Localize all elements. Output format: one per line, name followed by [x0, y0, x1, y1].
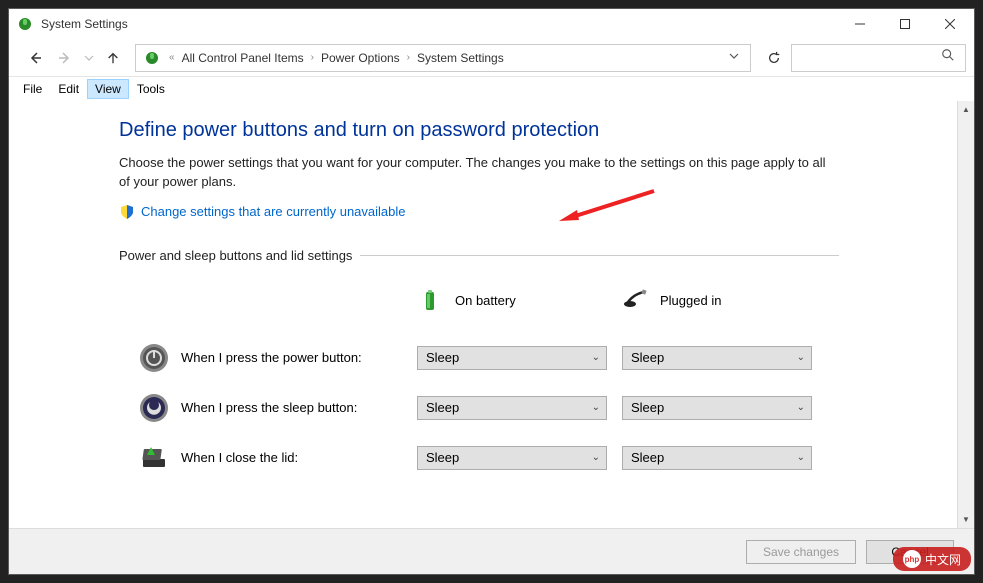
- footer: Save changes Cancel: [9, 528, 974, 574]
- scroll-up-button[interactable]: ▲: [958, 101, 974, 118]
- titlebar: System Settings: [9, 9, 974, 39]
- chevron-down-icon: ⌄: [797, 352, 805, 363]
- watermark: 中文网: [893, 547, 971, 571]
- battery-icon: [417, 288, 443, 314]
- table-row: When I close the lid: Sleep⌄ Sleep⌄: [137, 433, 957, 483]
- chevron-down-icon: ⌄: [592, 402, 600, 413]
- chevron-right-icon: ›: [404, 52, 413, 63]
- page-description: Choose the power settings that you want …: [119, 154, 839, 192]
- table-row: When I press the power button: Sleep⌄ Sl…: [137, 333, 957, 383]
- address-bar[interactable]: « All Control Panel Items › Power Option…: [135, 44, 751, 72]
- annotation-arrow: [559, 186, 659, 226]
- search-icon: [941, 48, 955, 67]
- page-title: Define power buttons and turn on passwor…: [119, 119, 957, 142]
- chevron-down-icon: ⌄: [797, 402, 805, 413]
- plug-icon: [622, 288, 648, 314]
- lid-plugged-select[interactable]: Sleep⌄: [622, 446, 812, 470]
- menu-tools[interactable]: Tools: [129, 79, 173, 99]
- lid-battery-select[interactable]: Sleep⌄: [417, 446, 607, 470]
- location-icon: [144, 50, 160, 66]
- power-button-plugged-select[interactable]: Sleep⌄: [622, 346, 812, 370]
- chevron-down-icon: ⌄: [797, 452, 805, 463]
- menu-edit[interactable]: Edit: [50, 79, 87, 99]
- close-button[interactable]: [927, 10, 972, 39]
- admin-link-row: Change settings that are currently unava…: [119, 204, 957, 220]
- scroll-down-button[interactable]: ▼: [958, 511, 974, 528]
- main-content: Define power buttons and turn on passwor…: [9, 101, 957, 528]
- column-header-plugged: Plugged in: [660, 293, 721, 308]
- section-label: Power and sleep buttons and lid settings: [119, 248, 352, 263]
- chevron-right-icon: ›: [308, 52, 317, 63]
- app-icon: [17, 16, 33, 32]
- column-header-battery: On battery: [455, 293, 516, 308]
- row-label: When I close the lid:: [181, 450, 417, 465]
- sleep-button-battery-select[interactable]: Sleep⌄: [417, 396, 607, 420]
- change-settings-link[interactable]: Change settings that are currently unava…: [141, 204, 406, 219]
- sleep-button-plugged-select[interactable]: Sleep⌄: [622, 396, 812, 420]
- breadcrumb-item[interactable]: Power Options: [317, 51, 404, 65]
- shield-icon: [119, 204, 135, 220]
- save-button[interactable]: Save changes: [746, 540, 856, 564]
- chevron-down-icon: ⌄: [592, 352, 600, 363]
- power-settings-table: On battery Plugged in When I press the p…: [137, 281, 957, 483]
- sleep-button-icon: [137, 391, 171, 425]
- recent-dropdown[interactable]: [81, 44, 97, 72]
- power-button-battery-select[interactable]: Sleep⌄: [417, 346, 607, 370]
- breadcrumb-item[interactable]: All Control Panel Items: [178, 51, 308, 65]
- vertical-scrollbar[interactable]: ▲ ▼: [957, 101, 974, 528]
- menu-view[interactable]: View: [87, 79, 129, 99]
- crumb-chevron-icon: «: [166, 52, 178, 63]
- address-dropdown[interactable]: [722, 51, 746, 64]
- menubar: File Edit View Tools: [9, 77, 974, 101]
- window-controls: [837, 10, 972, 39]
- up-button[interactable]: [99, 44, 127, 72]
- minimize-button[interactable]: [837, 10, 882, 39]
- content-area: Define power buttons and turn on passwor…: [9, 101, 974, 528]
- row-label: When I press the sleep button:: [181, 400, 417, 415]
- table-row: When I press the sleep button: Sleep⌄ Sl…: [137, 383, 957, 433]
- table-header: On battery Plugged in: [137, 281, 957, 321]
- chevron-down-icon: ⌄: [592, 452, 600, 463]
- back-button[interactable]: [21, 44, 49, 72]
- search-input[interactable]: [791, 44, 966, 72]
- menu-file[interactable]: File: [15, 79, 50, 99]
- settings-window: System Settings « All Control Panel Item…: [8, 8, 975, 575]
- breadcrumb-item[interactable]: System Settings: [413, 51, 508, 65]
- navbar: « All Control Panel Items › Power Option…: [9, 39, 974, 77]
- window-title: System Settings: [41, 17, 837, 31]
- refresh-button[interactable]: [759, 44, 789, 72]
- forward-button[interactable]: [51, 44, 79, 72]
- power-button-icon: [137, 341, 171, 375]
- maximize-button[interactable]: [882, 10, 927, 39]
- section-divider: Power and sleep buttons and lid settings: [119, 248, 839, 263]
- laptop-lid-icon: [137, 441, 171, 475]
- row-label: When I press the power button:: [181, 350, 417, 365]
